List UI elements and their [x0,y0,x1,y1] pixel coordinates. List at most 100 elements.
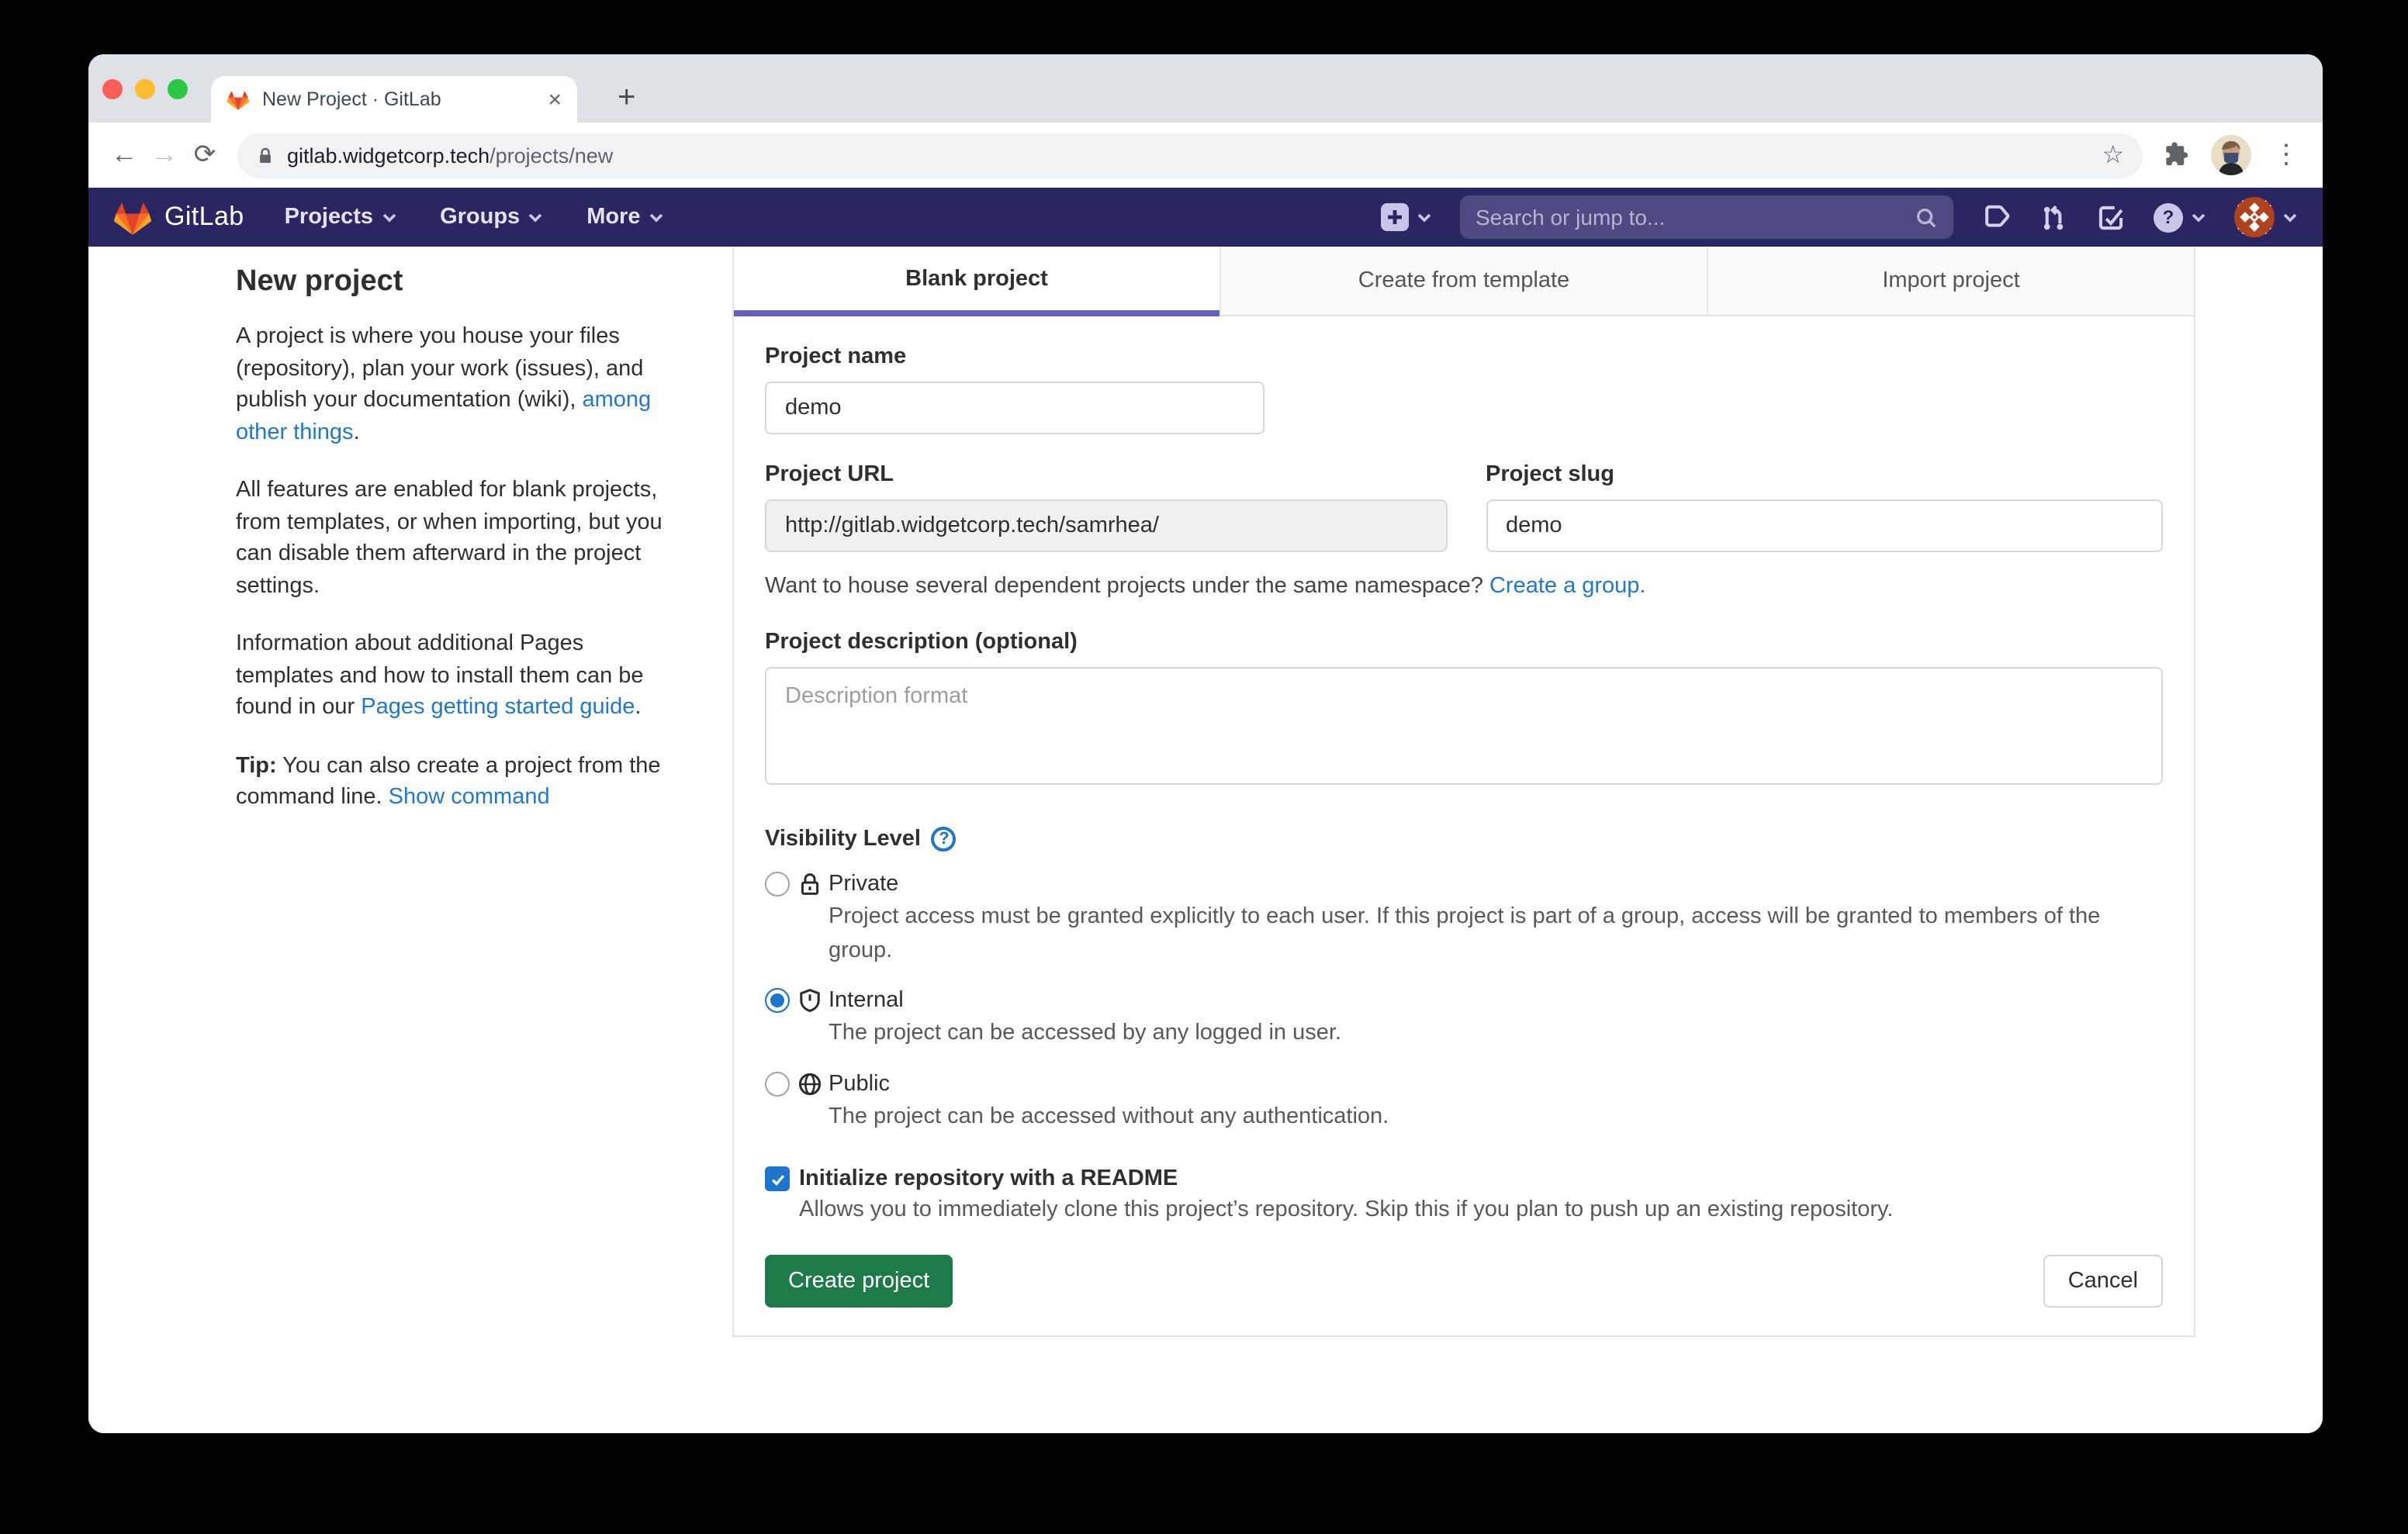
namespace-hint: Want to house several dependent projects… [765,574,2163,599]
project-slug-label: Project slug [1486,462,2163,487]
project-description-input[interactable] [765,667,2163,785]
browser-window: New Project · GitLab × + ← → ⟳ gitlab.wi… [88,54,2323,1433]
visibility-option-private: Private Project access must be granted e… [765,872,2163,968]
user-menu[interactable] [2234,197,2298,237]
close-window-button[interactable] [102,79,123,99]
help-menu[interactable]: ? [2154,202,2206,232]
navbar-right: Search or jump to... [1381,195,2298,239]
readme-description: Allows you to immediately clone this pro… [799,1197,2163,1222]
form-actions: Create project Cancel [765,1255,2163,1308]
chevron-down-icon [2191,212,2206,223]
new-item-dropdown[interactable] [1381,203,1432,231]
intro-paragraph-3: Information about additional Pages templ… [236,628,676,724]
gitlab-tanuki-icon [113,198,152,237]
window-controls [102,79,188,99]
visibility-option-internal: Internal The project can be accessed by … [765,988,2163,1051]
private-radio[interactable] [765,872,790,897]
tab-blank-project[interactable]: Blank project [734,247,1220,316]
chevron-down-icon [528,212,543,223]
lock-icon [797,872,822,897]
visibility-option-public: Public The project can be accessed witho… [765,1071,2163,1134]
chevron-down-icon [1417,212,1432,223]
issues-icon[interactable] [1981,202,2011,232]
tab-import-project[interactable]: Import project [1707,247,2194,316]
project-url-label: Project URL [765,462,1447,487]
browser-menu-icon[interactable]: ⋮ [2273,140,2301,171]
internal-description: The project can be accessed by any logge… [829,1017,2140,1051]
readme-option: Initialize repository with a README Allo… [765,1166,2163,1222]
new-tab-button[interactable]: + [611,78,642,118]
project-description-label: Project description (optional) [765,630,2163,655]
screen: New Project · GitLab × + ← → ⟳ gitlab.wi… [0,0,2408,1534]
page-intro-column: New project A project is where you house… [236,265,676,840]
browser-tab[interactable]: New Project · GitLab × [211,76,577,123]
public-radio[interactable] [765,1071,790,1096]
fullscreen-window-button[interactable] [168,79,188,99]
forward-icon[interactable]: → [144,140,185,171]
tab-title: New Project · GitLab [262,88,538,110]
search-icon [1915,206,1938,229]
extensions-puzzle-icon[interactable] [2161,141,2189,169]
project-slug-input[interactable] [1486,499,2163,552]
plus-square-icon [1381,203,1409,231]
create-project-button[interactable]: Create project [765,1255,953,1308]
show-command-link[interactable]: Show command [389,785,550,810]
readme-label: Initialize repository with a README [799,1166,1178,1191]
url-slug-row: Project URL Project slug [765,462,2163,552]
tab-close-icon[interactable]: × [548,86,562,112]
bookmark-star-icon[interactable]: ☆ [2102,140,2124,171]
search-input[interactable]: Search or jump to... [1460,195,1953,239]
browser-tab-strip: New Project · GitLab × + [88,54,2323,123]
intro-tip: Tip: You can also create a project from … [236,750,676,814]
intro-paragraph-1: A project is where you house your files … [236,321,676,448]
search-placeholder: Search or jump to... [1476,205,1915,230]
back-icon[interactable]: ← [104,140,144,171]
browser-profile-avatar[interactable] [2211,135,2251,175]
url-text: gitlab.widgetcorp.tech/projects/new [287,143,613,167]
todos-icon[interactable] [2096,202,2126,232]
create-group-link[interactable]: Create a group. [1489,574,1646,599]
private-label: Private [829,872,898,897]
toolbar-right: ⋮ [2161,135,2301,175]
project-type-tabs: Blank project Create from template Impor… [734,247,2194,316]
public-label: Public [829,1071,890,1096]
address-bar[interactable]: gitlab.widgetcorp.tech/projects/new ☆ [237,133,2143,178]
gitlab-logo[interactable]: GitLab [113,198,244,237]
gitlab-favicon [227,88,250,111]
chevron-down-icon [2282,212,2298,223]
chevron-down-icon [649,212,664,223]
merge-request-icon[interactable] [2039,202,2068,232]
globe-icon [797,1071,822,1096]
browser-toolbar: ← → ⟳ gitlab.widgetcorp.tech/projects/ne… [88,123,2323,188]
intro-paragraph-2: All features are enabled for blank proje… [236,475,676,602]
new-project-panel: Blank project Create from template Impor… [732,247,2195,1337]
minimize-window-button[interactable] [135,79,155,99]
gitlab-wordmark: GitLab [164,202,244,233]
project-name-input[interactable] [765,382,1265,434]
readme-checkbox[interactable] [765,1166,790,1191]
reload-icon[interactable]: ⟳ [185,140,225,171]
private-description: Project access must be granted explicitl… [829,901,2140,968]
project-url-input[interactable] [765,499,1447,552]
chevron-down-icon [381,212,396,223]
nav-menu-more[interactable]: More [586,205,663,230]
tab-create-from-template[interactable]: Create from template [1220,247,1707,316]
project-name-label: Project name [765,344,2163,369]
nav-menu-projects[interactable]: Projects [285,205,396,230]
public-description: The project can be accessed without any … [829,1100,2140,1134]
help-icon: ? [2154,202,2183,232]
blank-project-form: Project name Project URL Project slug Wa… [734,316,2194,1335]
gitlab-navbar: GitLab Projects Groups More [88,188,2323,247]
visibility-level-header: Visibility Level ? [765,827,2163,852]
cancel-button[interactable]: Cancel [2043,1255,2163,1308]
pages-guide-link[interactable]: Pages getting started guide [361,695,635,720]
internal-radio[interactable] [765,988,790,1013]
nav-menu-groups[interactable]: Groups [440,205,543,230]
shield-icon [797,988,822,1013]
user-avatar [2234,197,2275,237]
check-icon [769,1170,786,1187]
visibility-level-label: Visibility Level [765,827,921,852]
page-content: New project A project is where you house… [88,247,2323,1433]
visibility-help-icon[interactable]: ? [932,827,957,852]
page-title: New project [236,265,676,299]
